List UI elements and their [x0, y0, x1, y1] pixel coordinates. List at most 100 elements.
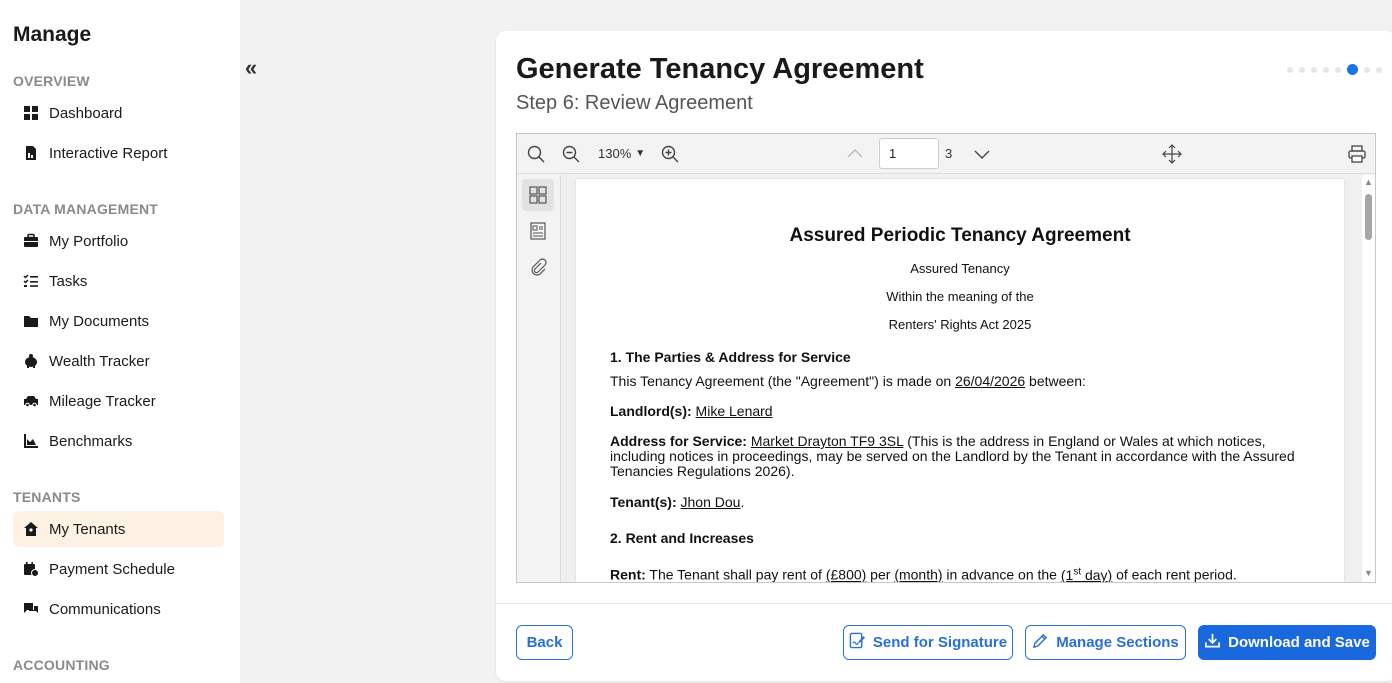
scroll-down-icon[interactable]: ▼ [1364, 569, 1373, 578]
rent-amount: (£800) [825, 566, 867, 582]
sidebar-item-interactive-report[interactable]: Interactive Report [13, 135, 224, 171]
label: Address for Service: [610, 433, 747, 449]
label: Rent: [610, 566, 646, 582]
section-overview: OVERVIEW [13, 73, 90, 89]
landlord-line: Landlord(s): Mike Lenard [610, 404, 1310, 419]
document-scrollbar[interactable]: ▲ ▼ [1362, 175, 1375, 582]
sidebar-item-dashboard[interactable]: Dashboard [13, 95, 224, 131]
step-dot [1335, 66, 1341, 73]
viewer-toolbar: 130%▼ 3 [517, 134, 1375, 174]
tenant-line: Tenant(s): Jhon Dou. [610, 495, 1310, 510]
rent-day: (1st day) [1060, 566, 1113, 582]
viewer-side-rail [517, 175, 561, 582]
sidebar-item-my-documents[interactable]: My Documents [13, 303, 224, 339]
pan-tool-icon[interactable] [1161, 143, 1183, 165]
chart-icon [23, 433, 39, 449]
send-for-signature-button[interactable]: Send for Signature [843, 625, 1013, 660]
sidebar-item-label: Dashboard [49, 104, 123, 122]
sidebar-item-label: My Tenants [49, 520, 126, 538]
previous-page-icon[interactable] [844, 143, 866, 165]
sidebar-item-communications[interactable]: Communications [13, 591, 224, 627]
zoom-select[interactable]: 130% ▼ [598, 146, 645, 161]
manage-sections-button[interactable]: Manage Sections [1025, 625, 1186, 660]
sidebar: Manage OVERVIEW Dashboard Interactive Re… [0, 0, 240, 683]
text: day) [1081, 566, 1113, 582]
document-area[interactable]: Assured Periodic Tenancy Agreement Assur… [562, 175, 1362, 582]
document-line: Assured Tenancy [910, 261, 1010, 276]
text: . [740, 494, 745, 510]
pencil-icon [1032, 632, 1049, 653]
zoom-out-icon[interactable] [560, 143, 582, 165]
text: The Tenant shall pay rent of [645, 566, 826, 582]
step-indicator [1287, 64, 1382, 75]
attachment-icon[interactable] [522, 251, 554, 283]
search-icon[interactable] [525, 143, 547, 165]
wizard-card: Generate Tenancy Agreement Step 6: Revie… [496, 31, 1392, 681]
sidebar-item-tasks[interactable]: Tasks [13, 263, 224, 299]
step-dot [1376, 66, 1382, 73]
pdf-viewer: 130%▼ 3 Assured Periodic Tenancy Agreeme… [516, 133, 1376, 583]
briefcase-icon [23, 233, 39, 249]
sidebar-title: Manage [13, 23, 92, 46]
document-line: Within the meaning of the [886, 289, 1034, 304]
page-number-input[interactable] [879, 138, 939, 169]
step-dot [1364, 66, 1370, 73]
rent-paragraph: Rent: The Tenant shall pay rent of (£800… [610, 564, 1310, 582]
zoom-in-icon[interactable] [659, 143, 681, 165]
print-icon[interactable] [1346, 143, 1368, 165]
report-icon [23, 145, 39, 161]
label: Landlord(s): [610, 403, 692, 419]
dashboard-icon [23, 105, 39, 121]
step-dot [1287, 66, 1293, 73]
document-line: Renters' Rights Act 2025 [888, 317, 1032, 332]
piggy-bank-icon [23, 353, 39, 369]
collapse-sidebar-button[interactable]: « [240, 55, 262, 80]
step-dot [1299, 66, 1305, 73]
section-data-management: DATA MANAGEMENT [13, 201, 159, 217]
sidebar-item-label: My Documents [49, 312, 150, 330]
label: Tenant(s): [610, 494, 677, 510]
document-title: Assured Periodic Tenancy Agreement [789, 225, 1131, 246]
sidebar-item-label: Tasks [49, 272, 88, 290]
sidebar-item-mileage-tracker[interactable]: Mileage Tracker [13, 383, 224, 419]
download-and-save-button[interactable]: Download and Save [1198, 625, 1376, 660]
tenant-name: Jhon Dou [680, 494, 741, 510]
sidebar-item-my-tenants[interactable]: My Tenants [13, 511, 224, 547]
document-paragraph: This Tenancy Agreement (the "Agreement")… [610, 374, 1310, 389]
section-heading: 1. The Parties & Address for Service [610, 349, 851, 365]
next-page-icon[interactable] [971, 143, 993, 165]
sidebar-item-payment-schedule[interactable]: Payment Schedule [13, 551, 224, 587]
scroll-thumb[interactable] [1365, 194, 1372, 240]
address-value: Market Drayton TF9 3SL [750, 433, 904, 449]
sidebar-item-label: Mileage Tracker [49, 392, 156, 410]
text: per [866, 566, 895, 582]
text: between: [1025, 373, 1086, 389]
section-tenants: TENANTS [13, 489, 81, 505]
text: This Tenancy Agreement (the "Agreement")… [610, 373, 956, 389]
scroll-up-icon[interactable]: ▲ [1364, 178, 1373, 187]
sidebar-item-benchmarks[interactable]: Benchmarks [13, 423, 224, 459]
text: of each rent period. [1112, 566, 1237, 582]
step-dot-current [1347, 64, 1358, 75]
zoom-value: 130% [598, 146, 632, 161]
thumbnails-icon[interactable] [522, 179, 554, 211]
text: (1 [1060, 566, 1074, 582]
footer-divider [496, 603, 1392, 604]
button-label: Download and Save [1228, 634, 1370, 651]
sidebar-item-label: My Portfolio [49, 232, 129, 250]
sidebar-item-label: Interactive Report [49, 144, 168, 162]
document-page: Assured Periodic Tenancy Agreement Assur… [576, 179, 1344, 582]
sidebar-item-label: Payment Schedule [49, 560, 175, 578]
button-label: Back [526, 634, 563, 651]
step-subtitle: Step 6: Review Agreement [516, 92, 753, 114]
sidebar-item-my-portfolio[interactable]: My Portfolio [13, 223, 224, 259]
car-icon [23, 393, 39, 409]
text: st [1073, 566, 1082, 577]
signature-icon [849, 632, 866, 653]
outline-icon[interactable] [522, 215, 554, 247]
step-dot [1323, 66, 1329, 73]
sidebar-item-label: Wealth Tracker [49, 352, 150, 370]
back-button[interactable]: Back [516, 625, 573, 660]
caret-down-icon: ▼ [635, 148, 646, 159]
sidebar-item-wealth-tracker[interactable]: Wealth Tracker [13, 343, 224, 379]
